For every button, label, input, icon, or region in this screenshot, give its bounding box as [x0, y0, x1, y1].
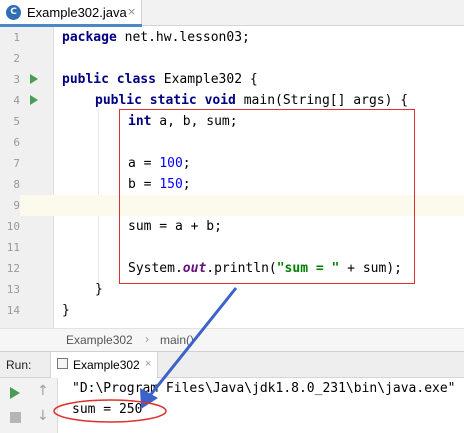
code-line[interactable]: 14 }	[0, 300, 464, 321]
console-command-line: "D:\Program Files\Java\jdk1.8.0_231\bin\…	[72, 381, 456, 396]
line-number: 2	[13, 52, 20, 65]
run-tab-example302[interactable]: Example302 ×	[50, 352, 158, 378]
java-class-icon: C	[6, 5, 21, 20]
code-text: public class Example302 {	[62, 72, 258, 87]
breadcrumb-class[interactable]: Example302	[66, 333, 133, 347]
breadcrumb-method[interactable]: main()	[160, 333, 194, 347]
line-number: 8	[13, 178, 20, 191]
code-text: public static void main(String[] args) {	[95, 93, 409, 108]
tab-label: Example302.java	[27, 5, 127, 20]
annotation-highlight-box	[119, 109, 415, 284]
code-text: }	[62, 303, 70, 318]
line-number: 6	[13, 136, 20, 149]
code-line[interactable]: 4 public static void main(String[] args)…	[0, 90, 464, 111]
editor-tabbar: C Example302.java ×	[0, 0, 464, 27]
code-line[interactable]: 3 public class Example302 {	[0, 69, 464, 90]
close-icon[interactable]: ×	[145, 358, 151, 370]
line-number: 7	[13, 157, 20, 170]
stop-icon[interactable]	[10, 412, 21, 423]
line-number: 5	[13, 115, 20, 128]
line-number: 9	[0, 195, 20, 216]
line-number: 11	[6, 241, 20, 254]
rerun-icon[interactable]	[10, 387, 20, 399]
code-line[interactable]: 2	[0, 48, 464, 69]
run-toolwindow-header: Run: Example302 ×	[0, 351, 464, 378]
tab-example302[interactable]: C Example302.java ×	[0, 0, 142, 27]
run-method-icon[interactable]	[30, 95, 38, 105]
line-number: 14	[6, 304, 20, 317]
arrow-up-icon[interactable]: ↑	[37, 383, 49, 399]
breadcrumb-separator: ›	[145, 332, 149, 346]
breadcrumb: Example302 › main()	[0, 328, 464, 351]
code-line[interactable]: 1 package net.hw.lesson03;	[0, 27, 464, 48]
line-number: 10	[6, 220, 20, 233]
line-number: 4	[13, 94, 20, 107]
console-icon	[57, 358, 68, 369]
run-side-toolbar: ↑ ↓	[0, 378, 58, 433]
code-text: }	[95, 282, 103, 297]
console-output-line: sum = 250	[72, 402, 143, 417]
run-tab-label: Example302	[73, 358, 140, 372]
line-number: 3	[13, 73, 20, 86]
run-class-icon[interactable]	[30, 74, 38, 84]
code-text: package net.hw.lesson03;	[62, 30, 250, 45]
line-number: 1	[13, 31, 20, 44]
line-number: 12	[6, 262, 20, 275]
close-icon[interactable]: ×	[127, 5, 136, 18]
run-title: Run:	[6, 358, 32, 372]
line-number: 13	[6, 283, 20, 296]
arrow-down-icon[interactable]: ↓	[37, 408, 49, 424]
